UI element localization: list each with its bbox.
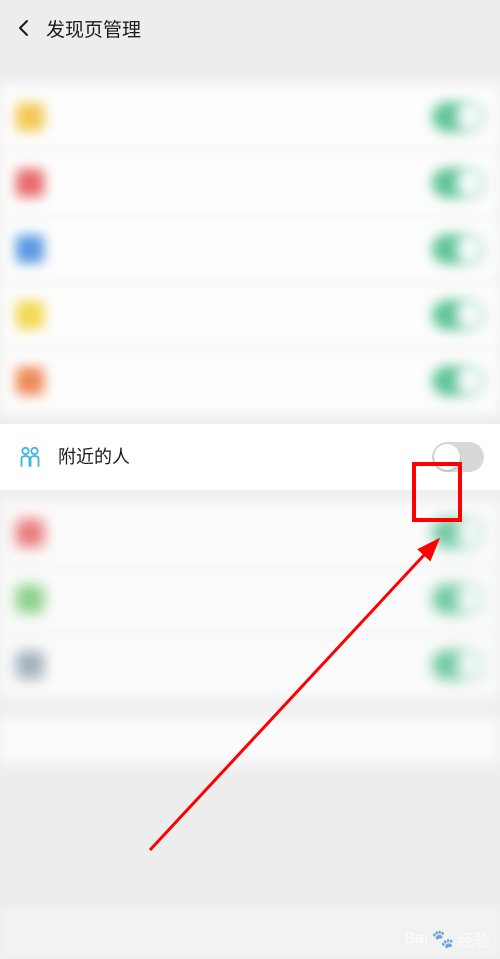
row-label	[58, 108, 432, 126]
list-item	[0, 348, 500, 414]
list-item	[0, 150, 500, 216]
list-item	[0, 84, 500, 150]
toggle-switch	[432, 584, 484, 614]
list-item	[0, 566, 500, 632]
nearby-people-icon	[16, 443, 44, 471]
row-icon	[16, 651, 44, 679]
list-item	[0, 216, 500, 282]
row-label	[58, 524, 432, 542]
nearby-people-row: 附近的人	[0, 424, 500, 490]
settings-list: 附近的人	[0, 56, 500, 764]
header: 发现页管理	[0, 0, 500, 56]
toggle-switch	[432, 518, 484, 548]
row-icon	[16, 519, 44, 547]
footer-text	[16, 733, 484, 747]
list-item	[0, 500, 500, 566]
list-item	[0, 716, 500, 764]
watermark: Bai🐾经验	[404, 927, 490, 951]
row-label	[58, 240, 432, 258]
row-icon	[16, 169, 44, 197]
nearby-people-toggle[interactable]	[432, 442, 484, 472]
row-label	[58, 306, 432, 324]
toggle-switch	[432, 102, 484, 132]
row-label	[58, 372, 432, 390]
row-icon	[16, 301, 44, 329]
toggle-switch	[432, 234, 484, 264]
row-icon	[16, 235, 44, 263]
toggle-switch	[432, 650, 484, 680]
toggle-switch	[432, 168, 484, 198]
row-icon	[16, 367, 44, 395]
list-item	[0, 632, 500, 698]
row-label	[58, 590, 432, 608]
back-icon[interactable]	[8, 12, 40, 44]
toggle-switch	[432, 300, 484, 330]
row-icon	[16, 585, 44, 613]
row-label	[58, 656, 432, 674]
paw-icon: 🐾	[432, 929, 454, 950]
toggle-switch	[432, 366, 484, 396]
nearby-people-label: 附近的人	[58, 448, 432, 466]
row-icon	[16, 103, 44, 131]
list-item	[0, 282, 500, 348]
row-label	[58, 174, 432, 192]
page-title: 发现页管理	[46, 15, 141, 42]
